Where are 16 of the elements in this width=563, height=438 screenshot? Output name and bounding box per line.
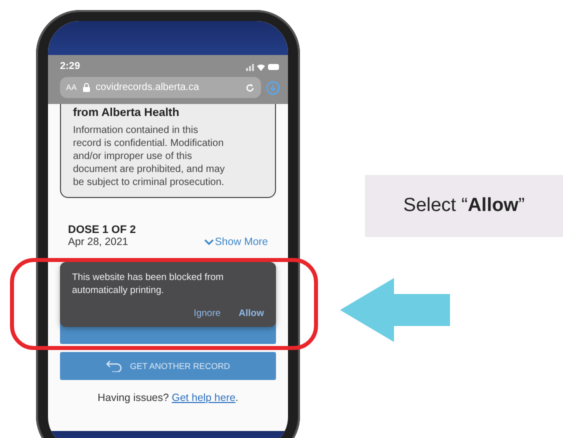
dose-date: Apr 28, 2021: [68, 236, 128, 248]
ignore-button[interactable]: Ignore: [194, 308, 221, 319]
help-link[interactable]: Get help here: [172, 392, 236, 404]
instruction-text: Select “Allow”: [403, 195, 525, 217]
popup-message: This website has been blocked from automatically printing.: [72, 272, 225, 298]
allow-button[interactable]: Allow: [238, 308, 264, 319]
status-time: 2:29: [60, 61, 80, 72]
text-size-button[interactable]: AA: [66, 83, 77, 92]
notice-title: from Alberta Health: [73, 107, 180, 119]
notice-text: Information contained in this record is confidential. Modification and/or improper use of this document are prohibited, and may be subject to criminal prosecution.: [73, 124, 225, 189]
dose-title: DOSE 1 OF 2: [68, 224, 137, 236]
get-another-record-button[interactable]: GET ANOTHER RECORD: [60, 352, 276, 380]
help-text: Having issues? Get help here.: [96, 392, 240, 404]
address-bar[interactable]: AA covidrecords.alberta.ca: [60, 77, 261, 98]
url-text: covidrecords.alberta.ca: [96, 82, 200, 93]
show-more-link[interactable]: Show More: [204, 236, 268, 248]
